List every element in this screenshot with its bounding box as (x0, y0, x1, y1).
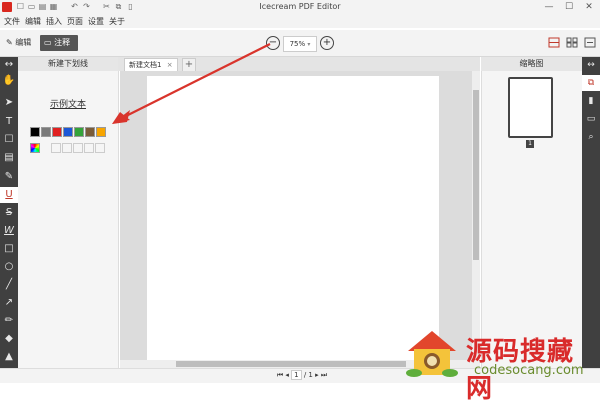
color-swatch[interactable] (52, 127, 62, 137)
note-tool-icon[interactable]: ▤ (0, 150, 18, 166)
vertical-scroll-thumb[interactable] (473, 90, 479, 260)
callout-arrow (112, 43, 271, 124)
menu-page[interactable]: 页面 (67, 16, 83, 27)
color-swatch[interactable] (30, 127, 40, 137)
collapse-left-icon[interactable]: ↔ (0, 57, 18, 73)
last-page-icon[interactable]: ⏭ (321, 371, 327, 379)
arrow-tool-icon[interactable]: ↗ (0, 295, 18, 311)
highlight-tool-icon[interactable]: ✎ (0, 169, 18, 185)
thumbnails-header: 缩略图 (481, 57, 582, 71)
menu-file[interactable]: 文件 (4, 16, 20, 27)
minimize-button[interactable]: — (542, 1, 556, 13)
custom-color-slot[interactable] (62, 143, 72, 153)
edit-mode-button[interactable]: ✎ 编辑 (6, 36, 31, 50)
menu-about[interactable]: 关于 (109, 16, 125, 27)
search-icon[interactable]: ⌕ (582, 129, 600, 145)
eraser-tool-icon[interactable]: ◆ (0, 331, 18, 347)
select-tool-icon[interactable]: ➤ (0, 95, 18, 111)
text-tool-icon[interactable]: T (0, 114, 18, 130)
color-picker-icon[interactable] (30, 143, 40, 153)
first-page-icon[interactable]: ⏮ (277, 371, 283, 379)
color-swatch[interactable] (74, 127, 84, 137)
single-page-view-icon[interactable] (548, 37, 560, 48)
custom-color-slot[interactable] (73, 143, 83, 153)
line-tool-icon[interactable]: ╱ (0, 277, 18, 293)
pages-panel-icon[interactable]: ⧉ (582, 75, 600, 91)
prev-page-icon[interactable]: ◂ (285, 371, 289, 379)
squiggly-tool-icon[interactable]: W (0, 223, 18, 239)
color-palette (30, 127, 106, 137)
watermark-url: codesocang.com (474, 363, 584, 378)
rectangle-tool-icon[interactable]: □ (0, 241, 18, 257)
page-thumbnail[interactable] (508, 77, 553, 138)
zoom-select[interactable]: 75% ▾ (283, 36, 317, 52)
maximize-button[interactable]: ☐ (562, 1, 576, 13)
fit-width-view-icon[interactable] (584, 37, 596, 48)
ellipse-tool-icon[interactable]: ○ (0, 259, 18, 275)
horizontal-scroll-thumb[interactable] (176, 361, 406, 367)
edit-mode-label: 编辑 (15, 38, 32, 47)
custom-color-slot[interactable] (84, 143, 94, 153)
grid-view-icon[interactable] (566, 37, 578, 48)
zoom-in-button[interactable]: + (320, 36, 334, 50)
menu-settings[interactable]: 设置 (88, 16, 104, 27)
comment-tool-icon[interactable]: ☐ (0, 132, 18, 148)
collapse-right-icon[interactable]: ↔ (582, 57, 600, 73)
custom-color-slot[interactable] (51, 143, 61, 153)
menu-insert[interactable]: 插入 (46, 16, 62, 27)
annotate-mode-label: 注释 (54, 38, 71, 47)
menu-edit[interactable]: 编辑 (25, 16, 41, 27)
color-swatch[interactable] (63, 127, 73, 137)
total-pages: / 1 (303, 371, 313, 379)
thumbnail-page-number: 1 (526, 140, 534, 148)
comment-icon: ▭ (44, 38, 52, 47)
custom-color-row (30, 143, 105, 153)
custom-color-slot[interactable] (95, 143, 105, 153)
current-page-input[interactable]: 1 (291, 370, 302, 380)
close-button[interactable]: ✕ (582, 1, 596, 13)
hand-tool-icon[interactable]: ✋ (0, 73, 18, 89)
comments-panel-icon[interactable]: ▭ (582, 111, 600, 127)
color-swatch[interactable] (85, 127, 95, 137)
page-navigator: ⏮ ◂ 1 / 1 ▸ ⏭ (272, 369, 332, 381)
watermark: 源码搜藏网 codesocang.com (400, 325, 600, 404)
color-swatch[interactable] (41, 127, 51, 137)
annotate-mode-button[interactable]: ▭ 注释 (40, 35, 78, 51)
strikethrough-tool-icon[interactable]: S (0, 205, 18, 221)
pencil-tool-icon[interactable]: ✏ (0, 313, 18, 329)
underline-tool-icon[interactable]: U (0, 187, 18, 203)
watermark-house-logo (406, 331, 458, 377)
chevron-down-icon: ▾ (307, 41, 311, 48)
pencil-icon: ✎ (6, 38, 16, 47)
next-page-icon[interactable]: ▸ (315, 371, 319, 379)
stamp-tool-icon[interactable]: ▲ (0, 349, 18, 365)
bookmark-icon[interactable]: ▮ (582, 93, 600, 109)
window-title: Icecream PDF Editor (259, 2, 341, 11)
zoom-value: 75% (289, 40, 306, 48)
